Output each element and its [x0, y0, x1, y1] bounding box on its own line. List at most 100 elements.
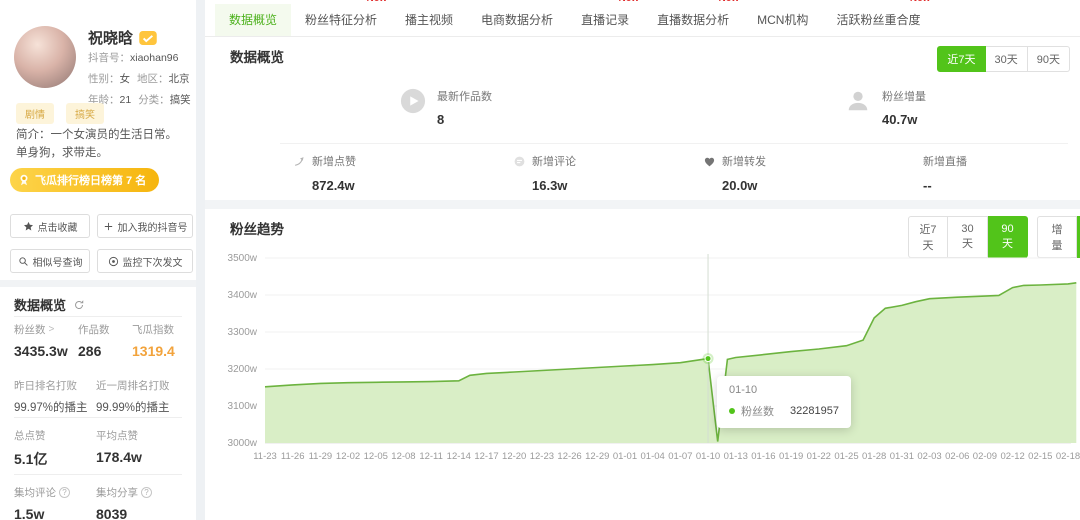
monitor-action-button[interactable]: 监控下次发文	[97, 249, 193, 273]
new-badge: New	[910, 0, 931, 4]
stat-value: 1319.4	[132, 343, 175, 359]
card-label: 粉丝增量	[882, 88, 926, 104]
x-tick-label: 12-08	[391, 451, 415, 462]
tab-label: 活跃粉丝重合度	[836, 13, 920, 27]
x-tick-label: 02-18	[1056, 451, 1080, 462]
stat-label-text: 飞瓜指数	[132, 322, 174, 337]
tab-直播数据分析[interactable]: 直播数据分析New	[643, 4, 743, 36]
stat-label[interactable]: 粉丝数>	[14, 322, 68, 337]
divider	[280, 143, 1068, 144]
overview-range-近7天[interactable]: 近7天	[937, 46, 985, 72]
metric-value: 872.4w	[312, 178, 356, 193]
overview-range-90天[interactable]: 90天	[1028, 46, 1070, 72]
x-tick-label: 12-29	[585, 451, 609, 462]
tab-电商数据分析[interactable]: 电商数据分析	[467, 4, 567, 36]
stat-value: 5.1亿	[14, 449, 47, 469]
metric-label: 新增转发	[722, 153, 766, 169]
profile-info-line: 抖音号：xiaohan96	[88, 50, 196, 65]
star-action-button[interactable]: 点击收藏	[10, 214, 90, 238]
stat-label: 近一周排名打败	[96, 378, 170, 393]
stat-cell: 总点赞 5.1亿	[14, 428, 47, 469]
action-label: 监控下次发文	[123, 254, 183, 269]
info-value: xiaohan96	[130, 52, 178, 64]
action-label: 加入我的抖音号	[118, 219, 188, 234]
tab-label: 电商数据分析	[481, 13, 553, 27]
tab-label: 直播数据分析	[657, 13, 729, 27]
overview-range-30天[interactable]: 30天	[986, 46, 1028, 72]
profile-tag: 剧情	[16, 103, 54, 124]
x-tick-label: 01-04	[641, 451, 665, 462]
tab-播主视频[interactable]: 播主视频	[391, 4, 467, 36]
metric-head: 新增转发	[703, 153, 766, 169]
profile-info: 抖音号：xiaohan96性别：女地区：北京年龄：21分类：搞笑	[88, 50, 196, 113]
section-divider	[205, 200, 1080, 209]
info-label: 性别：	[88, 73, 120, 85]
stat-label-text: 集均评论	[14, 485, 56, 500]
y-tick-label: 3400w	[228, 290, 258, 301]
layout-gutter	[196, 0, 205, 520]
divider	[14, 417, 182, 418]
play-icon	[400, 88, 426, 114]
x-tick-label: 01-10	[696, 451, 720, 462]
metric-label: 新增直播	[923, 153, 967, 169]
profile-tags: 剧情搞笑	[16, 103, 104, 124]
stat-label-text: 作品数	[78, 322, 110, 337]
search-action-button[interactable]: 相似号查询	[10, 249, 90, 273]
tab-MCN机构[interactable]: MCN机构	[743, 4, 822, 36]
tab-粉丝特征分析[interactable]: 粉丝特征分析New	[291, 4, 391, 36]
card-label: 最新作品数	[437, 88, 492, 104]
tab-活跃粉丝重合度[interactable]: 活跃粉丝重合度New	[822, 4, 934, 36]
new-badge: New	[719, 0, 740, 4]
x-tick-label: 02-09	[973, 451, 997, 462]
tab-直播记录[interactable]: 直播记录New	[567, 4, 643, 36]
x-tick-label: 02-03	[917, 451, 941, 462]
plus-action-button[interactable]: 加入我的抖音号	[97, 214, 193, 238]
profile-sidebar: 祝晓晗 抖音号：xiaohan96性别：女地区：北京年龄：21分类：搞笑 剧情搞…	[0, 0, 196, 520]
avatar[interactable]	[14, 26, 76, 88]
rank-banner[interactable]: 飞瓜排行榜日榜第 7 名	[10, 168, 159, 192]
like-icon	[293, 155, 306, 168]
profile-bio: 简介：一个女演员的生活日常。单身狗，求带走。	[16, 127, 184, 163]
tab-数据概览[interactable]: 数据概览	[215, 4, 291, 36]
x-tick-label: 12-14	[447, 451, 471, 462]
comment-icon	[513, 155, 526, 168]
sidebar-overview-title: 数据概览	[14, 295, 85, 314]
x-tick-label: 12-02	[336, 451, 360, 462]
x-tick-label: 02-12	[1000, 451, 1024, 462]
card-text: 最新作品数8	[437, 88, 492, 127]
metric-value: 16.3w	[532, 178, 576, 193]
overview-range-group: 近7天30天90天	[937, 46, 1070, 72]
overview-section-title: 数据概览	[230, 46, 284, 66]
y-tick-label: 3300w	[228, 327, 258, 338]
profile-info-line: 性别：女地区：北京	[88, 71, 196, 86]
stat-label: 平均点赞	[96, 428, 142, 443]
x-tick-label: 11-23	[253, 451, 277, 462]
stat-label: 作品数	[78, 322, 110, 337]
overview-card: 最新作品数8	[400, 88, 492, 127]
x-tick-label: 01-16	[751, 451, 775, 462]
stat-cell: 近一周排名打败 99.99%的播主	[96, 378, 170, 415]
new-badge: New	[619, 0, 640, 4]
x-tick-label: 12-17	[474, 451, 498, 462]
medal-icon	[17, 173, 31, 187]
fans-trend-svg[interactable]: 3500w3400w3300w3200w3100w3000w11-2311-26…	[205, 246, 1080, 474]
fans-trend-chart: 3500w3400w3300w3200w3100w3000w11-2311-26…	[205, 246, 1080, 478]
hover-marker	[705, 356, 711, 362]
metric-新增点赞: 新增点赞872.4w	[293, 153, 356, 193]
stat-label-text: 近一周排名打败	[96, 378, 170, 393]
profile-tag: 搞笑	[66, 103, 104, 124]
user-icon	[845, 88, 871, 114]
metric-value: 20.0w	[722, 178, 766, 193]
stat-label-text: 总点赞	[14, 428, 46, 443]
metric-head: 新增评论	[513, 153, 576, 169]
metric-新增直播: 新增直播--	[923, 153, 967, 193]
metric-新增评论: 新增评论 16.3w	[513, 153, 576, 193]
star-icon	[23, 221, 34, 232]
stat-value: 99.99%的播主	[96, 399, 170, 415]
x-tick-label: 01-22	[807, 451, 831, 462]
monitor-icon	[108, 256, 119, 267]
douyin-analytics-page: 祝晓晗 抖音号：xiaohan96性别：女地区：北京年龄：21分类：搞笑 剧情搞…	[0, 0, 1080, 520]
refresh-icon[interactable]	[73, 299, 85, 311]
x-tick-label: 12-26	[557, 451, 581, 462]
tab-label: 数据概览	[229, 13, 277, 27]
